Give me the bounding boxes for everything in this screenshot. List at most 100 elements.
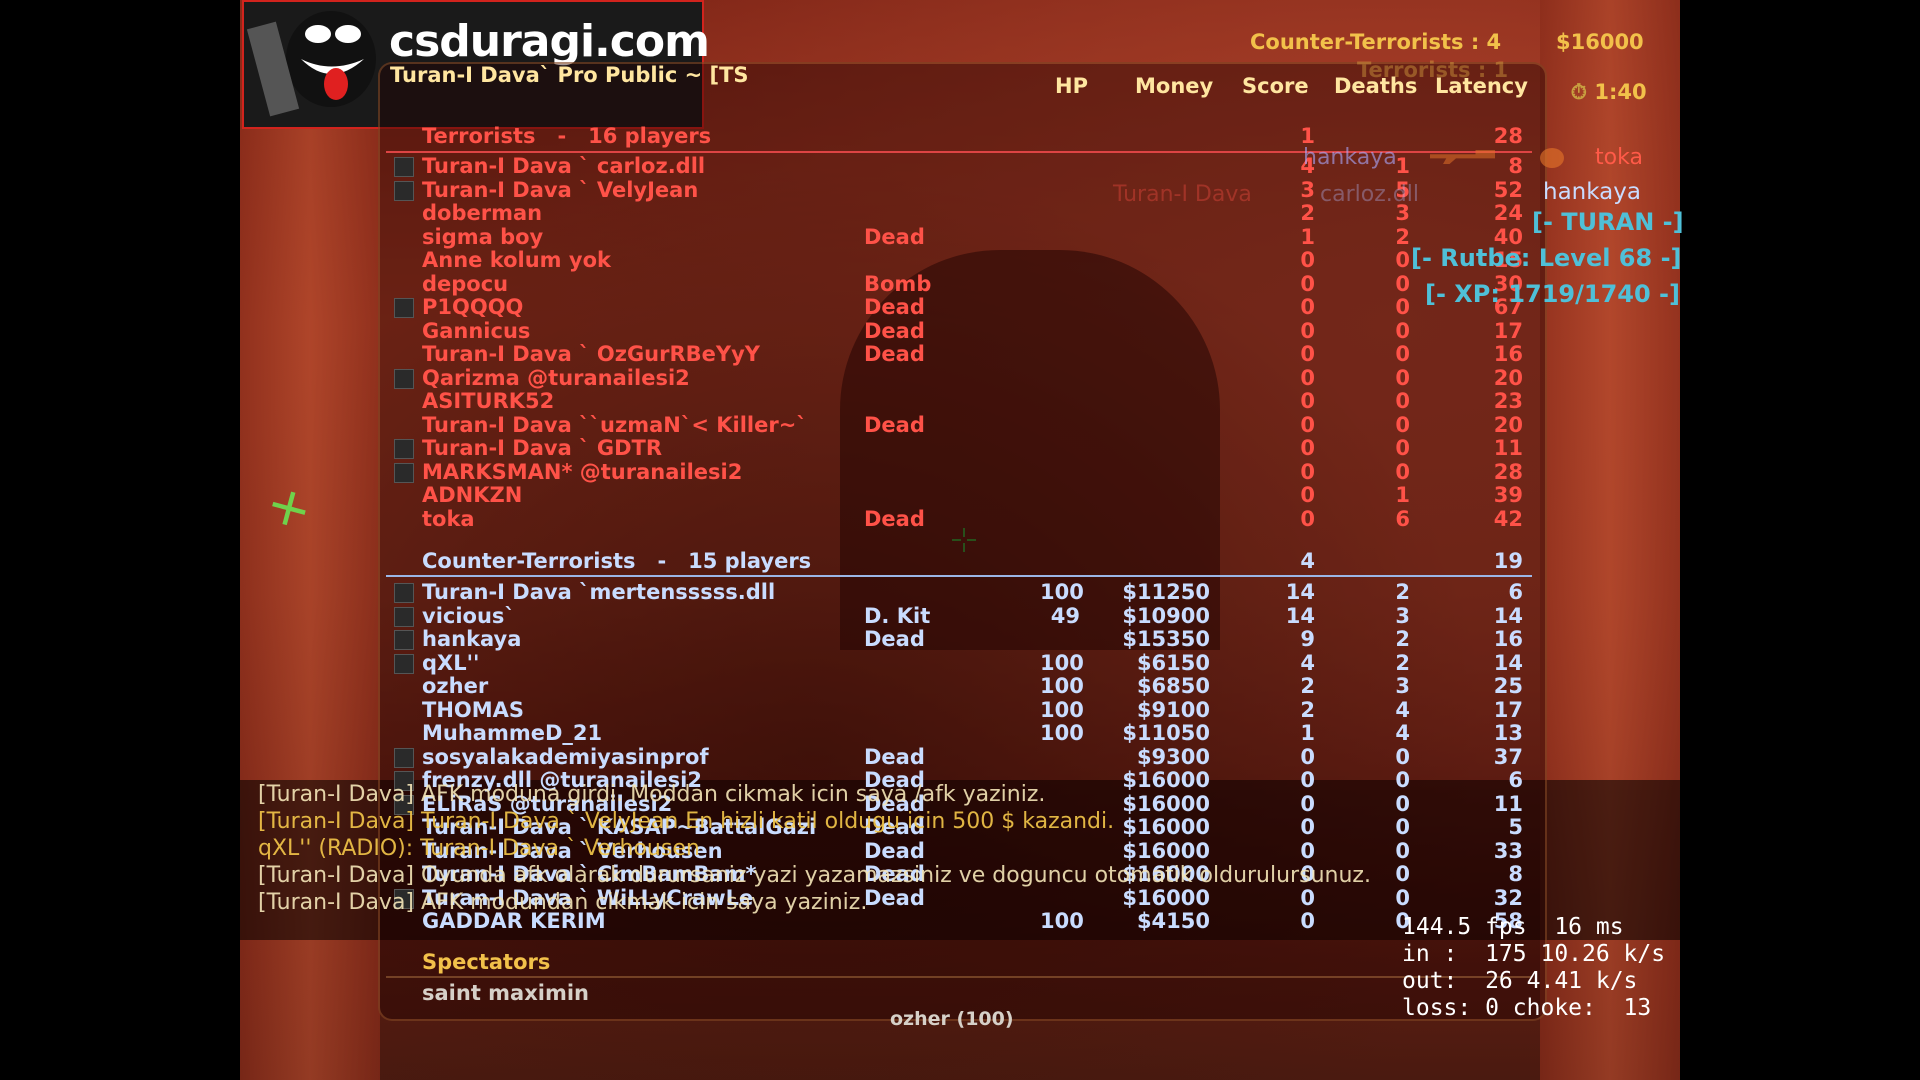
player-score: 0: [1300, 436, 1315, 460]
player-score: 0: [1300, 909, 1315, 933]
player-deaths: 3: [1395, 674, 1410, 698]
rank-team: [- TURAN -]: [1532, 208, 1684, 236]
killfeed-killer-2: Turan-I Dava: [1113, 182, 1252, 207]
player-name: sigma boy: [422, 224, 544, 249]
player-deaths: 3: [1395, 603, 1410, 628]
spectators-divider: [386, 976, 1532, 978]
player-status: Bomb: [864, 271, 932, 296]
player-deaths: 0: [1395, 815, 1410, 839]
col-money: Money: [1135, 74, 1214, 98]
player-name: THOMAS: [422, 697, 525, 722]
player-latency: 33: [1493, 838, 1523, 863]
player-avatar-icon: [394, 462, 414, 483]
player-latency: 52: [1493, 177, 1523, 202]
player-name: ADNKZN: [422, 483, 523, 507]
player-score: 0: [1300, 838, 1315, 863]
player-deaths: 4: [1395, 721, 1410, 745]
player-status: Dead: [864, 295, 925, 319]
player-deaths: 0: [1395, 744, 1410, 769]
player-avatar-icon: [394, 583, 414, 603]
player-money: $10900: [1122, 603, 1210, 628]
player-score: 0: [1300, 318, 1315, 343]
logo-text: csduragi.com: [389, 16, 710, 67]
skull-icon: [1540, 148, 1564, 168]
rank-level: [- Rutbe: Level 68 -]: [1411, 244, 1682, 272]
player-name: P1QQQQ: [422, 295, 524, 319]
player-money: $16000: [1122, 815, 1210, 839]
player-name: Turan-I Dava `mertensssss.dll: [422, 580, 776, 604]
player-deaths: 0: [1395, 436, 1410, 460]
player-score: 2: [1300, 674, 1315, 698]
player-score: 0: [1300, 768, 1315, 792]
rank-xp: [- XP: 1719/1740 -]: [1425, 280, 1680, 308]
player-latency: 39: [1493, 483, 1523, 507]
player-score: 4: [1300, 650, 1315, 675]
chat-line-2: [Turan-I Dava] Turan-I Dava ` VelyJean E…: [258, 809, 1115, 834]
chat-line-3: qXL'' (RADIO): Turan-I Dava ` Verhousen: [258, 836, 700, 861]
player-money: $16000: [1122, 885, 1210, 910]
player-name: Gannicus: [422, 318, 531, 343]
player-score: 14: [1285, 580, 1315, 604]
killfeed-killer-1: hankaya: [1303, 145, 1397, 170]
player-money: $9300: [1136, 744, 1210, 769]
player-deaths: 2: [1395, 627, 1410, 651]
terrorists-team-title: Terrorists - 16 players: [422, 124, 712, 148]
player-score: 0: [1300, 459, 1315, 484]
player-avatar-icon: [394, 606, 414, 627]
player-hp: 100: [1040, 697, 1084, 722]
player-latency: 20: [1493, 365, 1523, 390]
player-score: 14: [1285, 603, 1315, 628]
player-avatar-icon: [394, 368, 414, 389]
player-avatar-icon: [394, 653, 414, 674]
terrorists-team-latency: 28: [1493, 124, 1523, 148]
killfeed-victim-1: toka: [1595, 145, 1643, 170]
player-latency: 37: [1493, 744, 1523, 769]
player-score: 9: [1300, 627, 1315, 651]
player-avatar-icon: [394, 747, 414, 768]
player-deaths: 1: [1395, 483, 1410, 507]
spectator-name: saint maximin: [422, 981, 589, 1005]
player-score: 0: [1300, 744, 1315, 769]
player-score: 0: [1300, 271, 1315, 296]
killfeed-victim-2: carloz.dll: [1320, 182, 1419, 207]
player-status: Dead: [864, 885, 925, 910]
player-deaths: 0: [1395, 295, 1410, 319]
player-money: $15350: [1122, 627, 1210, 651]
player-score: 0: [1300, 248, 1315, 272]
player-score: 2: [1300, 201, 1315, 225]
player-latency: 17: [1493, 697, 1523, 722]
player-status: Dead: [864, 627, 925, 651]
player-name: MuhammeD_21: [422, 721, 603, 745]
player-status: D. Kit: [864, 603, 931, 628]
player-latency: 11: [1493, 436, 1523, 460]
player-name: doberman: [422, 201, 543, 225]
player-score: 0: [1300, 342, 1315, 366]
ct-team-score: 4: [1300, 549, 1315, 573]
player-money: $11250: [1122, 580, 1210, 604]
chat-line-5: [Turan-I Dava] AFK modundan cikmak icin …: [258, 890, 868, 915]
net-loss: loss: 0 choke: 13: [1402, 995, 1652, 1021]
player-avatar-icon: [394, 439, 414, 459]
spectating-label: ozher (100): [890, 1008, 1014, 1030]
player-hp: 100: [1040, 721, 1084, 745]
player-score: 0: [1300, 365, 1315, 390]
player-deaths: 2: [1395, 224, 1410, 249]
player-latency: 28: [1493, 459, 1523, 484]
player-latency: 14: [1493, 650, 1523, 675]
server-name: Turan-I Dava` Pro Public ~ [TS: [390, 63, 749, 87]
player-name: Turan-I Dava ` VelyJean: [422, 177, 699, 202]
player-name: toka: [422, 506, 475, 531]
rank-player-name: hankaya: [1543, 179, 1641, 205]
player-deaths: 0: [1395, 838, 1410, 863]
player-hp: 100: [1040, 909, 1084, 933]
player-latency: 8: [1508, 154, 1523, 178]
player-deaths: 2: [1395, 650, 1410, 675]
player-avatar-icon: [394, 630, 414, 650]
player-name: MARKSMAN* @turanailesi2: [422, 459, 743, 484]
player-deaths: 0: [1395, 248, 1410, 272]
player-deaths: 0: [1395, 318, 1410, 343]
ct-score-label: Counter-Terrorists : 4: [1250, 30, 1502, 54]
player-latency: 6: [1508, 768, 1523, 792]
player-score: 0: [1300, 389, 1315, 413]
player-money: $16000: [1122, 838, 1210, 863]
